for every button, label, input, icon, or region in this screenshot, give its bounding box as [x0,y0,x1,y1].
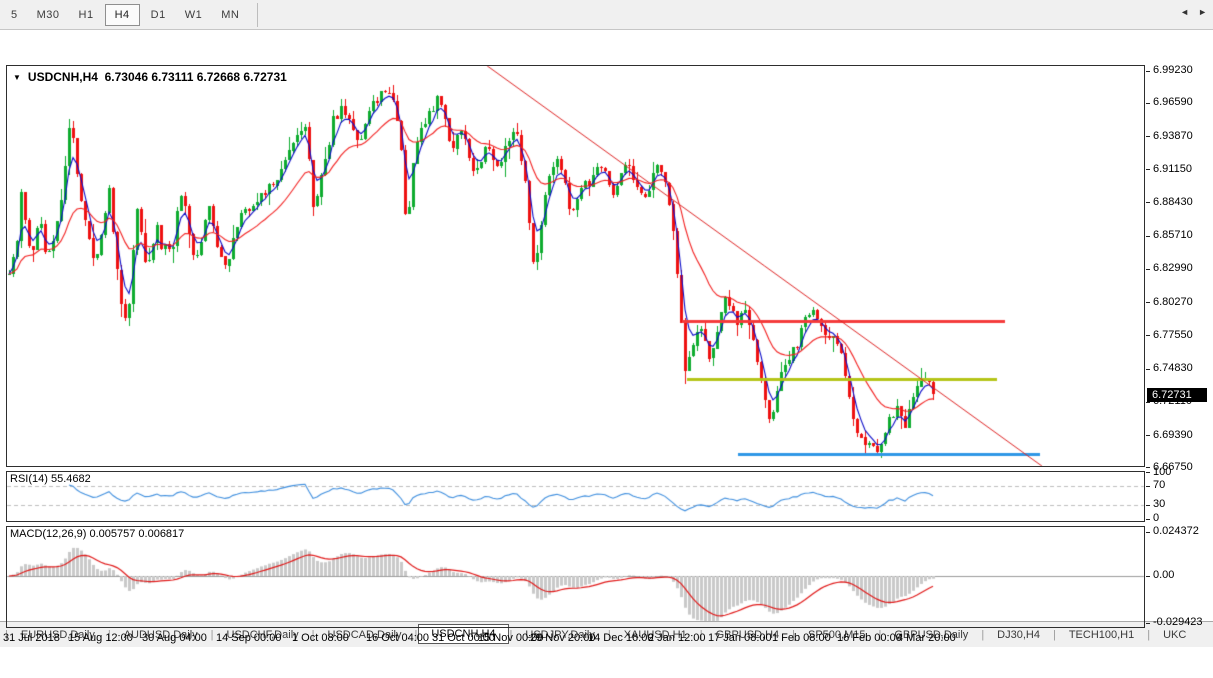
price-axis-label: 6.88430 [1153,196,1193,208]
price-axis-label: 6.77550 [1153,329,1193,341]
rsi-axis-tick [1146,505,1150,506]
macd-axis-label: 0.024372 [1153,525,1199,537]
date-label: 1 Oct 08:00 [292,632,349,644]
date-label: 14 Sep 00:00 [216,632,281,644]
price-axis-label: 6.80270 [1153,296,1193,308]
date-label: 17 Jan 08:00 [708,632,772,644]
price-axis-label: 6.74830 [1153,362,1193,374]
price-axis-tick [1146,402,1150,403]
rsi-axis-label: 30 [1153,498,1165,510]
timeframe-button-D1[interactable]: D1 [143,5,174,25]
tab-scroll-arrows: ◄ ► [1180,7,1207,17]
price-axis-tick [1146,103,1150,104]
timeframe-button-5[interactable]: 5 [3,5,26,25]
tab-scroll-right-icon[interactable]: ► [1198,7,1207,17]
date-label: 31 Jul 2018 [3,632,60,644]
macd-axis-tick [1146,576,1150,577]
price-axis-tick [1146,467,1150,468]
rsi-indicator-label: RSI(14) 55.4682 [10,473,91,485]
toolbar-separator [257,3,258,27]
price-axis-label: 6.99230 [1153,64,1193,76]
date-label: 30 Aug 04:00 [142,632,207,644]
timeframe-button-W1[interactable]: W1 [177,5,211,25]
price-axis-label: 6.69390 [1153,429,1193,441]
price-axis-tick [1146,136,1150,137]
price-axis-label: 6.93870 [1153,130,1193,142]
chart-canvas[interactable] [0,31,1213,678]
rsi-axis-tick [1146,486,1150,487]
tab-scroll-left-icon[interactable]: ◄ [1180,7,1189,17]
date-label: 1 Feb 08:00 [772,632,831,644]
price-axis-label: 6.91150 [1153,163,1192,175]
rsi-axis-label: 70 [1153,479,1165,491]
price-axis-tick [1146,435,1150,436]
price-axis-tick [1146,335,1150,336]
price-axis-label: 6.82990 [1153,262,1193,274]
date-label: 16 Feb 00:00 [837,632,902,644]
rsi-axis-tick [1146,472,1150,473]
price-axis-label: 6.85710 [1153,229,1193,241]
price-axis-tick [1146,202,1150,203]
chart-title-ohlc: 6.73046 6.73111 6.72668 6.72731 [105,70,287,84]
macd-axis-label: 0.00 [1153,569,1174,581]
date-label: 4 Mar 20:00 [897,632,956,644]
price-axis-tick [1146,169,1150,170]
date-label: 14 Dec 16:00 [588,632,653,644]
symbol-dropdown-icon[interactable]: ▼ [13,73,21,82]
chart-title[interactable]: ▼ USDCNH,H4 6.73046 6.73111 6.72668 6.727… [13,70,287,84]
date-label: 15 Aug 12:00 [68,632,133,644]
timeframe-toolbar: 5M30H1H4D1W1MN [0,0,1213,30]
timeframe-button-M30[interactable]: M30 [29,5,68,25]
chart-title-symbol: USDCNH,H4 [28,70,98,84]
chart-window: ▼ USDCNH,H4 6.73046 6.73111 6.72668 6.727… [0,31,1213,620]
price-axis-tick [1146,236,1150,237]
tab-DJ30-H4[interactable]: DJ30,H4 [985,625,1052,645]
macd-axis-label: -0.029423 [1153,616,1203,628]
timeframe-button-H4[interactable]: H4 [105,4,140,26]
rsi-axis-label: 0 [1153,512,1159,524]
macd-axis-tick [1146,532,1150,533]
price-axis-tick [1146,71,1150,72]
rsi-axis-tick [1146,519,1150,520]
timeframe-button-MN[interactable]: MN [213,5,247,25]
date-label: 2 Jan 12:00 [648,632,706,644]
macd-axis-tick [1146,623,1150,624]
date-label: 29 Nov 20:00 [530,632,595,644]
current-price-badge: 6.72731 [1147,388,1207,402]
price-axis-label: 6.96590 [1153,96,1193,108]
price-axis-tick [1146,269,1150,270]
timeframe-button-H1[interactable]: H1 [71,5,102,25]
rsi-axis-label: 100 [1153,466,1171,478]
price-axis-tick [1146,369,1150,370]
macd-indicator-label: MACD(12,26,9) 0.005757 0.006817 [10,528,184,540]
price-axis-tick [1146,302,1150,303]
date-label: 16 Oct 04:00 [366,632,429,644]
tab-TECH100-H1[interactable]: TECH100,H1 [1057,625,1146,645]
